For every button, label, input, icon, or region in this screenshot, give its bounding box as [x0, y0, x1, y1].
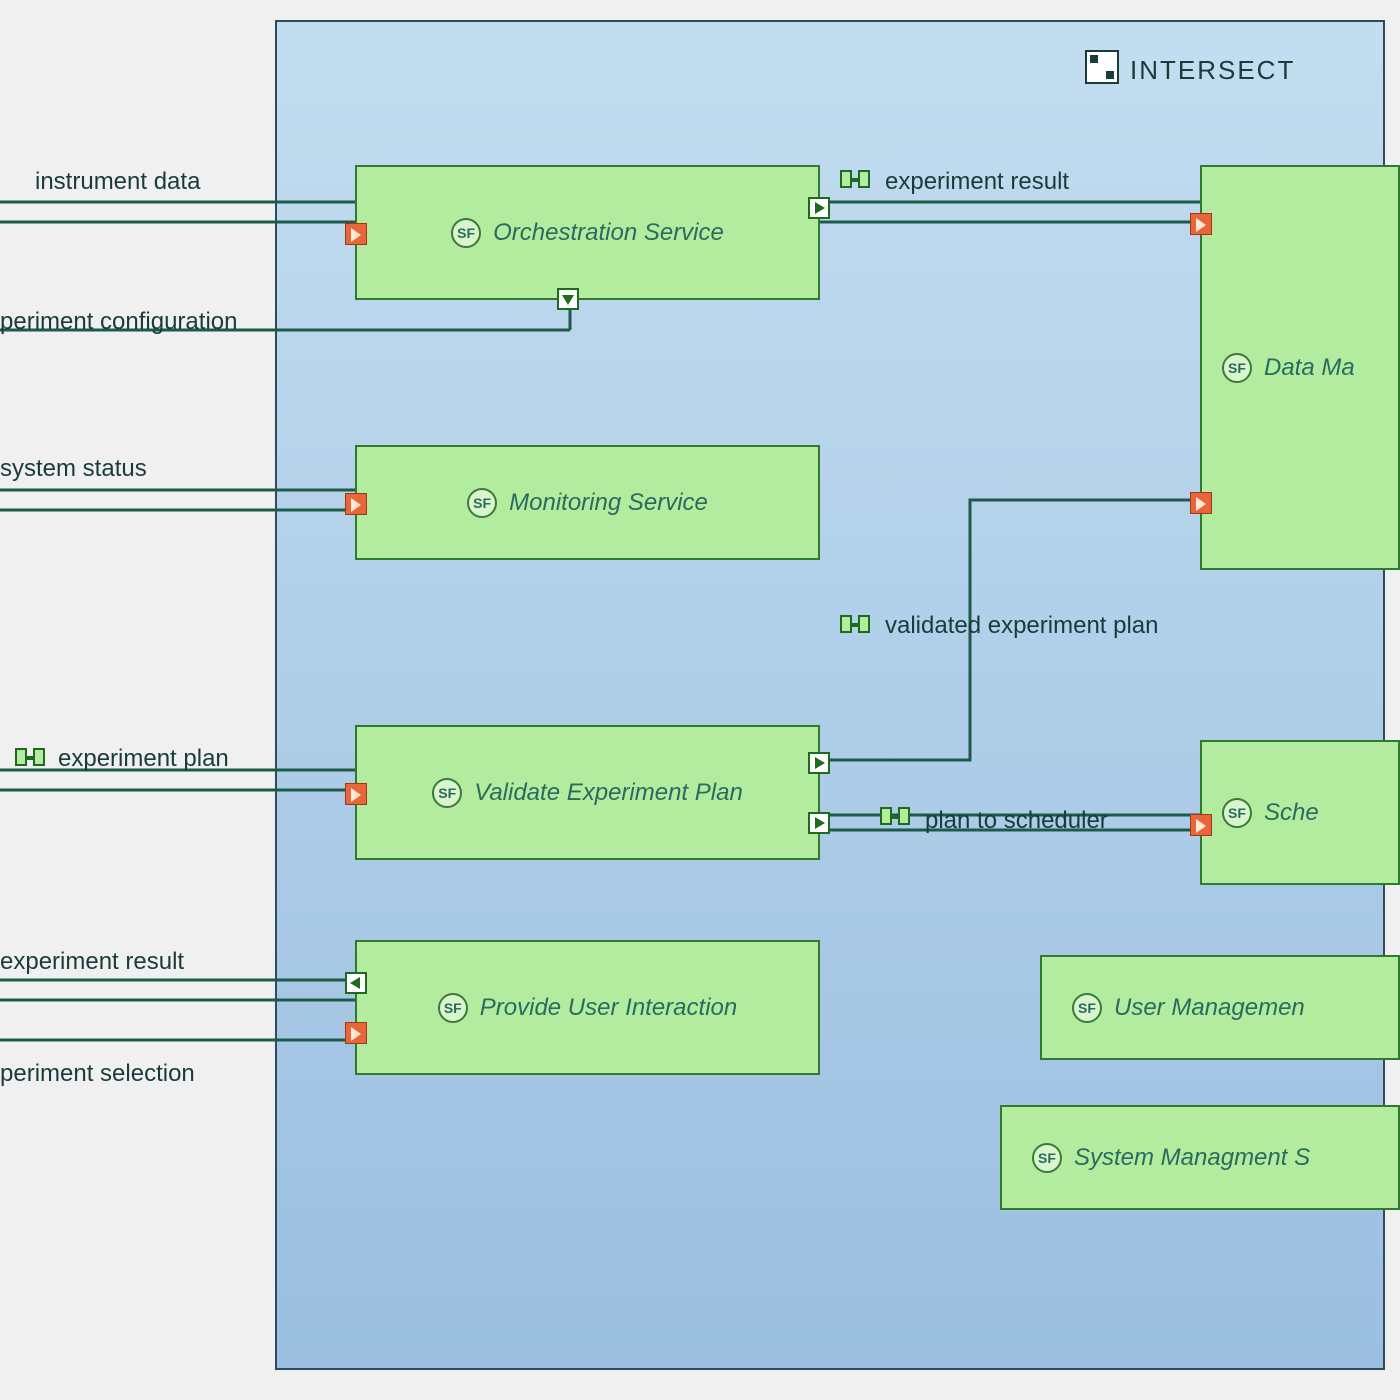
service-user-management[interactable]: SF User Managemen: [1040, 955, 1400, 1060]
service-validate[interactable]: SF Validate Experiment Plan: [355, 725, 820, 860]
ext-label-periment-configuration: periment configuration: [0, 308, 237, 336]
sf-icon: SF: [1222, 798, 1252, 828]
sf-icon: SF: [1072, 993, 1102, 1023]
sf-icon: SF: [1222, 353, 1252, 383]
sf-icon: SF: [467, 488, 497, 518]
port-out-icon[interactable]: [808, 197, 830, 219]
sf-icon: SF: [1032, 1143, 1062, 1173]
ext-label-periment-selection: periment selection: [0, 1060, 195, 1088]
port-in-icon[interactable]: [1190, 213, 1212, 235]
service-label: System Managment S: [1074, 1144, 1310, 1172]
service-provide-ui[interactable]: SF Provide User Interaction: [355, 940, 820, 1075]
service-label: Data Ma: [1264, 354, 1355, 382]
service-system-management[interactable]: SF System Managment S: [1000, 1105, 1400, 1210]
service-scheduler[interactable]: SF Sche: [1200, 740, 1400, 885]
port-out-icon[interactable]: [808, 752, 830, 774]
port-in-icon[interactable]: [345, 493, 367, 515]
service-label: Monitoring Service: [509, 489, 708, 517]
port-in-icon[interactable]: [345, 1022, 367, 1044]
flow-icon: [840, 170, 872, 190]
flow-icon: [840, 615, 872, 635]
sf-icon: SF: [451, 218, 481, 248]
port-in-icon[interactable]: [1190, 814, 1212, 836]
component-icon: [1085, 50, 1119, 84]
service-data-management[interactable]: SF Data Ma: [1200, 165, 1400, 570]
port-out-icon[interactable]: [808, 812, 830, 834]
ext-label-experiment-plan: experiment plan: [58, 745, 229, 773]
service-label: User Managemen: [1114, 994, 1305, 1022]
ext-label-instrument-data: instrument data: [35, 168, 200, 196]
service-label: Orchestration Service: [493, 219, 724, 247]
sf-icon: SF: [432, 778, 462, 808]
ext-label-system-status: system status: [0, 455, 147, 483]
service-monitoring[interactable]: SF Monitoring Service: [355, 445, 820, 560]
container-title: INTERSECT: [1130, 55, 1295, 86]
conn-label-validated-plan: validated experiment plan: [885, 612, 1159, 640]
port-in-icon[interactable]: [345, 223, 367, 245]
service-label: Provide User Interaction: [480, 994, 737, 1022]
conn-label-experiment-result: experiment result: [885, 168, 1069, 196]
port-in-green-icon[interactable]: [345, 972, 367, 994]
port-bottom-icon[interactable]: [557, 288, 579, 310]
port-in-icon[interactable]: [345, 783, 367, 805]
flow-icon: [15, 748, 47, 768]
service-label: Sche: [1264, 799, 1319, 827]
flow-icon: [880, 807, 912, 827]
conn-label-plan-to-scheduler: plan to scheduler: [925, 807, 1108, 835]
service-orchestration[interactable]: SF Orchestration Service: [355, 165, 820, 300]
port-in-icon[interactable]: [1190, 492, 1212, 514]
service-label: Validate Experiment Plan: [474, 779, 743, 807]
ext-label-experiment-result: experiment result: [0, 948, 184, 976]
sf-icon: SF: [438, 993, 468, 1023]
diagram-canvas: INTERSECT instrument data periment confi…: [0, 0, 1400, 1400]
